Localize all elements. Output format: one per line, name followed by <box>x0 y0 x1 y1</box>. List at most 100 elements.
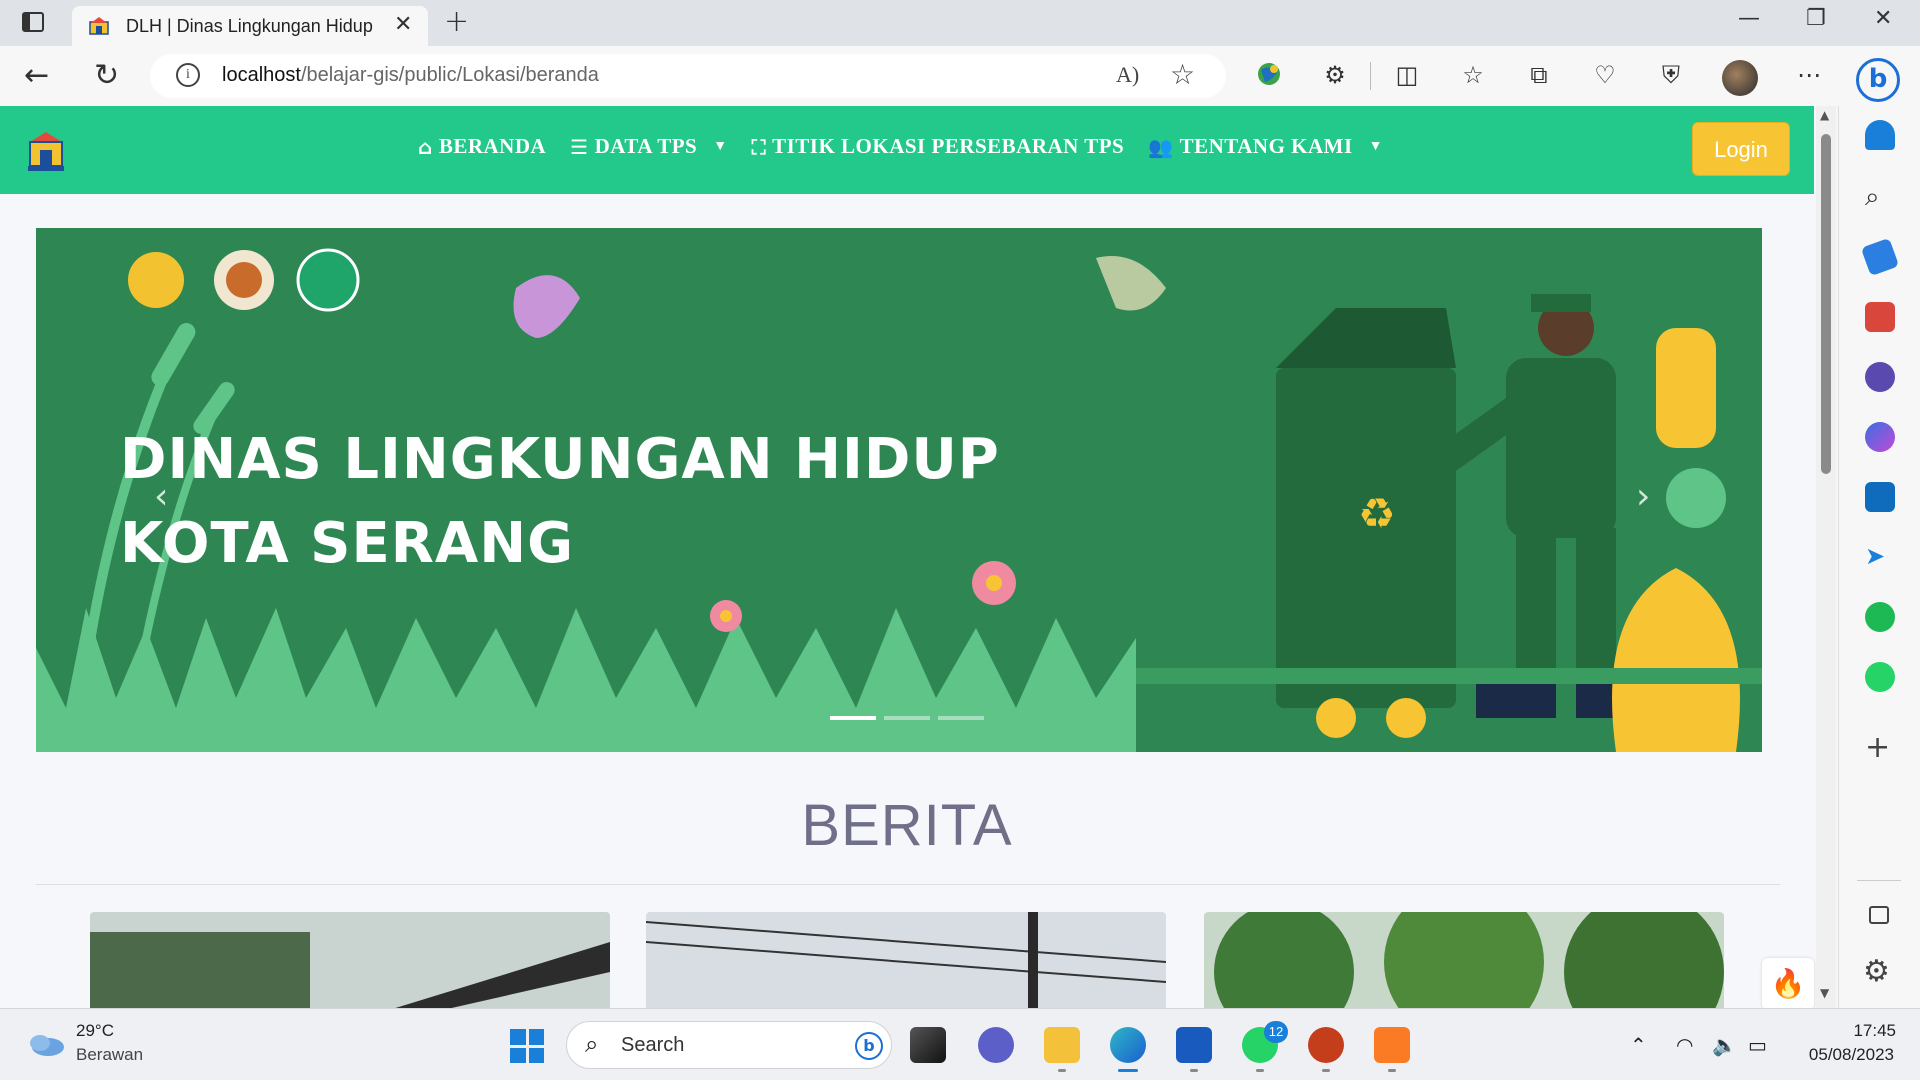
security-shield-icon[interactable]: ⛨ <box>1656 60 1686 90</box>
whatsapp-badge: 12 <box>1264 1021 1288 1043</box>
browser-tab-active[interactable]: DLH | Dinas Lingkungan Hidup ✕ <box>72 6 428 46</box>
show-hidden-icons-chevron-icon[interactable]: ⌃ <box>1630 1033 1647 1057</box>
carousel-indicators <box>830 716 984 720</box>
clock-date[interactable]: 05/08/2023 <box>1794 1045 1894 1065</box>
read-aloud-icon[interactable]: A) <box>1116 62 1139 88</box>
profile-avatar[interactable] <box>1722 60 1758 96</box>
task-view-icon[interactable] <box>910 1027 946 1063</box>
scroll-up-icon[interactable]: ▲ <box>1820 108 1829 122</box>
battery-icon[interactable]: ▭ <box>1748 1033 1767 1057</box>
search-label: Search <box>621 1034 685 1056</box>
nav-item-label: TITIK LOKASI PERSEBARAN TPS <box>772 134 1125 158</box>
favorites-icon[interactable]: ☆ <box>1458 60 1488 90</box>
whatsapp-icon[interactable] <box>1865 662 1895 692</box>
kota-serang-logo-icon[interactable] <box>24 130 68 174</box>
tab-title: DLH | Dinas Lingkungan Hidup <box>126 16 373 36</box>
cloud-weather-icon[interactable] <box>26 1031 66 1057</box>
restore-icon[interactable]: ❐ <box>1806 6 1826 31</box>
clock-time[interactable]: 17:45 <box>1836 1021 1896 1041</box>
collections-icon[interactable]: ⧉ <box>1524 60 1554 90</box>
carousel-next-icon[interactable]: › <box>1636 476 1650 517</box>
carousel-prev-icon[interactable]: ‹ <box>154 476 168 517</box>
xampp-icon[interactable] <box>1374 1027 1410 1063</box>
volume-icon[interactable]: 🔈 <box>1712 1033 1737 1057</box>
outlook-icon[interactable] <box>1865 482 1895 512</box>
close-window-icon[interactable]: ✕ <box>1874 6 1892 31</box>
hide-sidebar-icon[interactable] <box>1869 906 1889 924</box>
login-button[interactable]: Login <box>1692 122 1790 176</box>
url-text[interactable]: localhost/belajar-gis/public/Lokasi/bera… <box>222 64 599 87</box>
page-scrollbar[interactable]: ▲ ▼ <box>1816 106 1836 1008</box>
powerpoint-icon[interactable] <box>1308 1027 1344 1063</box>
site-info-icon[interactable]: i <box>176 63 200 87</box>
hero-title-line-1: DINAS LINGKUNGAN HIDUP <box>120 427 1000 492</box>
back-arrow-icon[interactable]: ← <box>24 58 49 93</box>
fire-icon[interactable]: 🔥 <box>1762 958 1814 1008</box>
weather-description: Berawan <box>76 1045 144 1064</box>
notifications-bell-icon[interactable] <box>1865 120 1895 150</box>
news-card-image[interactable] <box>1204 912 1724 1008</box>
nav-item-label: DATA TPS <box>594 134 698 158</box>
word-icon[interactable] <box>1176 1027 1212 1063</box>
tools-briefcase-icon[interactable] <box>1865 302 1895 332</box>
address-toolbar: ← ↻ i localhost/belajar-gis/public/Lokas… <box>0 46 1920 106</box>
browser-tab-bar: DLH | Dinas Lingkungan Hidup ✕ + — ❐ ✕ <box>0 0 1920 46</box>
carousel-indicator[interactable] <box>884 716 930 720</box>
split-screen-icon[interactable]: ◫ <box>1392 60 1422 90</box>
shopping-tag-icon[interactable] <box>1860 237 1900 277</box>
spotify-icon[interactable] <box>1865 602 1895 632</box>
copilot-icon[interactable] <box>1865 422 1895 452</box>
news-card-image[interactable] <box>646 912 1166 1008</box>
windows-taskbar: 29°C Berawan ⌕ Search b 12 ⌃ ◠ 🔈 ▭ 17:45… <box>0 1008 1920 1080</box>
search-icon: ⌕ <box>585 1030 599 1058</box>
nav-item-titik-lokasi[interactable]: ⛶ TITIK LOKASI PERSEBARAN TPS <box>752 134 1125 159</box>
games-icon[interactable] <box>1865 362 1895 392</box>
url-host: localhost <box>222 64 301 86</box>
map-icon: ⛶ <box>751 134 767 159</box>
news-card-image[interactable] <box>90 912 610 1008</box>
bing-chat-button[interactable]: b <box>1856 58 1900 102</box>
carousel-indicator[interactable] <box>938 716 984 720</box>
berita-heading: BERITA <box>801 793 1013 858</box>
nav-item-data-tps[interactable]: ☰ DATA TPS ▼ <box>570 134 727 159</box>
add-sidebar-app-icon[interactable]: + <box>1865 730 1890 765</box>
caret-down-icon: ▼ <box>713 138 728 154</box>
extension-globe-icon[interactable] <box>1254 60 1284 90</box>
edge-browser-icon[interactable] <box>1110 1027 1146 1063</box>
browser-essentials-icon[interactable]: ♡ <box>1590 60 1620 90</box>
scroll-down-icon[interactable]: ▼ <box>1820 986 1829 1000</box>
address-bar[interactable]: i localhost/belajar-gis/public/Lokasi/be… <box>150 54 1226 98</box>
more-options-icon[interactable]: ⋯ <box>1794 60 1824 90</box>
taskbar-search[interactable]: ⌕ Search b <box>566 1021 892 1069</box>
hero-title-line-2: KOTA SERANG <box>120 511 575 576</box>
tab-close-icon[interactable]: ✕ <box>394 12 412 37</box>
active-app-indicator <box>1118 1069 1138 1072</box>
sidebar-settings-icon[interactable]: ⚙ <box>1863 954 1890 989</box>
running-indicator <box>1256 1069 1264 1072</box>
svg-text:♻: ♻ <box>1358 489 1396 538</box>
nav-item-label: BERANDA <box>438 134 547 158</box>
list-icon: ☰ <box>570 134 589 159</box>
carousel-indicator[interactable] <box>830 716 876 720</box>
teams-chat-icon[interactable] <box>978 1027 1014 1063</box>
favorite-star-icon[interactable]: ☆ <box>1170 58 1195 91</box>
tab-actions-icon[interactable] <box>22 12 44 32</box>
bing-icon: b <box>855 1032 883 1060</box>
telegram-icon[interactable]: ➤ <box>1865 542 1895 572</box>
running-indicator <box>1322 1069 1330 1072</box>
site-favicon-icon <box>89 17 109 35</box>
wifi-icon[interactable]: ◠ <box>1676 1033 1693 1057</box>
hero-carousel: ♻ DINAS LINGKUNGAN HIDUP KOTA SERANG ‹ › <box>36 228 1762 752</box>
windows-start-icon[interactable] <box>510 1029 544 1063</box>
scroll-thumb[interactable] <box>1821 134 1831 474</box>
minimize-icon[interactable]: — <box>1738 6 1760 31</box>
edge-sidebar: ⌕ ➤ + ⚙ <box>1838 106 1920 1008</box>
file-explorer-icon[interactable] <box>1044 1027 1080 1063</box>
extensions-puzzle-icon[interactable]: ⚙ <box>1320 60 1350 90</box>
url-path: /belajar-gis/public/Lokasi/beranda <box>300 64 599 86</box>
nav-item-beranda[interactable]: ⌂ BERANDA <box>418 134 546 159</box>
nav-item-tentang-kami[interactable]: 👥 TENTANG KAMI ▼ <box>1148 134 1383 159</box>
new-tab-button[interactable]: + <box>444 4 469 39</box>
refresh-icon[interactable]: ↻ <box>94 58 119 93</box>
search-icon[interactable]: ⌕ <box>1865 182 1895 212</box>
